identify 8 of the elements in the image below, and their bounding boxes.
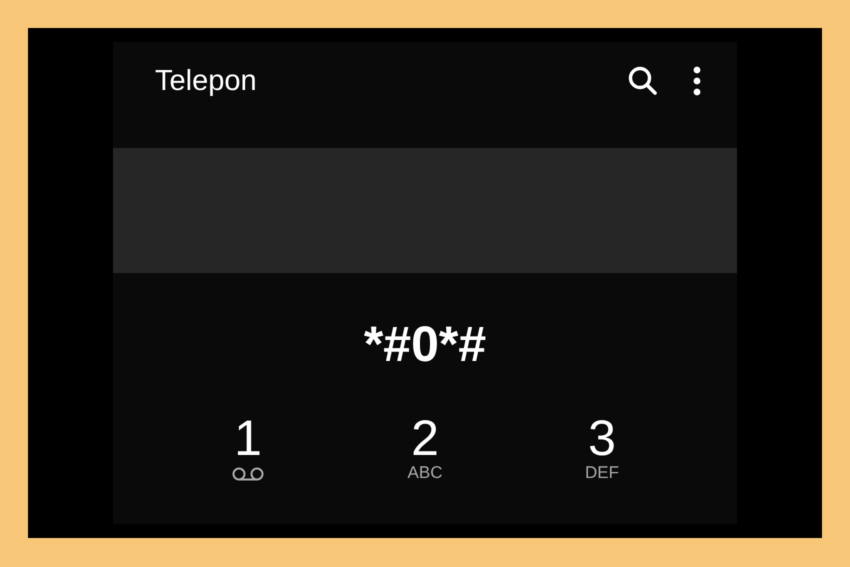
more-icon[interactable] [693, 64, 701, 98]
dialed-number: *#0*# [362, 315, 488, 373]
search-icon[interactable] [627, 64, 659, 98]
dial-key[interactable]: 1 [160, 413, 336, 483]
dial-key[interactable]: 3 DEF [514, 413, 690, 483]
voicemail-icon [232, 467, 264, 481]
app-title: Telepon [155, 64, 258, 98]
dial-key[interactable]: 2 ABC [336, 413, 514, 483]
